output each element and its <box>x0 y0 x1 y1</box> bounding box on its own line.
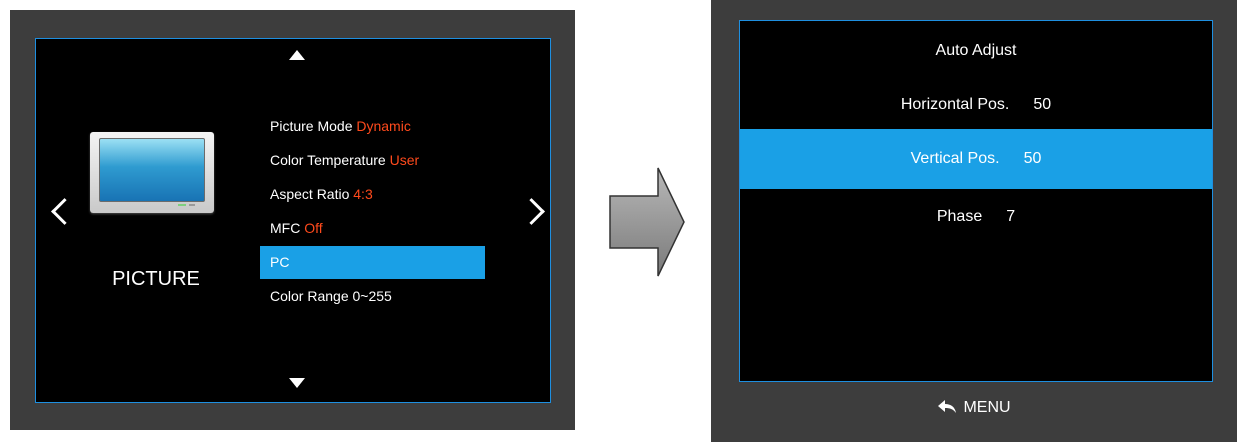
tv-indicator <box>189 204 195 206</box>
menu-item-color-temperature[interactable]: Color Temperature User <box>260 143 500 177</box>
picture-menu-panel: PICTURE Picture Mode Dynamic Color Tempe… <box>10 10 575 430</box>
pc-submenu-screen: Auto Adjust Horizontal Pos. 50 Vertical P… <box>739 20 1213 382</box>
menu-item-value: User <box>389 152 420 168</box>
submenu-item-auto-adjust[interactable]: Auto Adjust <box>740 21 1212 81</box>
submenu-item-label: Horizontal Pos. <box>900 96 1010 113</box>
menu-item-aspect-ratio[interactable]: Aspect Ratio 4:3 <box>260 177 500 211</box>
picture-menu-screen: PICTURE Picture Mode Dynamic Color Tempe… <box>35 38 551 403</box>
menu-back-hint[interactable]: MENU <box>711 392 1237 424</box>
menu-item-color-range[interactable]: Color Range 0~255 <box>260 279 500 313</box>
menu-item-pc[interactable]: PC <box>260 246 485 279</box>
menu-item-label: Color Temperature <box>270 152 386 168</box>
return-arrow-icon <box>938 400 957 413</box>
tv-screen <box>99 138 205 202</box>
submenu-item-phase[interactable]: Phase 7 <box>740 187 1212 247</box>
menu-item-label: PC <box>270 254 290 270</box>
submenu-item-label: Auto Adjust <box>935 42 1017 59</box>
submenu-item-label: Vertical Pos. <box>910 150 1000 167</box>
chevron-right-icon[interactable] <box>518 198 545 225</box>
transition-arrow-icon <box>609 167 685 277</box>
pc-submenu-panel: Auto Adjust Horizontal Pos. 50 Vertical P… <box>711 0 1237 442</box>
scroll-down-icon[interactable] <box>289 378 305 388</box>
menu-item-value: 4:3 <box>353 186 373 202</box>
menu-item-mfc[interactable]: MFC Off <box>260 211 500 245</box>
tv-icon <box>90 132 214 213</box>
picture-menu-list: Picture Mode Dynamic Color Temperature U… <box>260 109 500 313</box>
menu-item-label: Aspect Ratio <box>270 186 350 202</box>
menu-item-picture-mode[interactable]: Picture Mode Dynamic <box>260 109 500 143</box>
tv-power-led <box>178 204 186 206</box>
submenu-item-value: 7 <box>1006 208 1016 225</box>
submenu-item-value: 50 <box>1023 150 1042 167</box>
scroll-up-icon[interactable] <box>289 50 305 60</box>
chevron-left-icon[interactable] <box>51 198 78 225</box>
menu-hint-label: MENU <box>963 399 1011 416</box>
submenu-item-horizontal-pos[interactable]: Horizontal Pos. 50 <box>740 75 1212 135</box>
menu-item-label: Picture Mode <box>270 118 353 134</box>
category-label: PICTURE <box>112 268 200 290</box>
menu-item-label: Color Range 0~255 <box>270 288 392 304</box>
menu-item-label: MFC <box>270 220 301 236</box>
menu-item-value: Dynamic <box>356 118 411 134</box>
submenu-item-value: 50 <box>1033 96 1052 113</box>
menu-item-value: Off <box>304 220 323 236</box>
submenu-item-label: Phase <box>936 208 983 225</box>
submenu-item-vertical-pos[interactable]: Vertical Pos. 50 <box>740 129 1212 189</box>
